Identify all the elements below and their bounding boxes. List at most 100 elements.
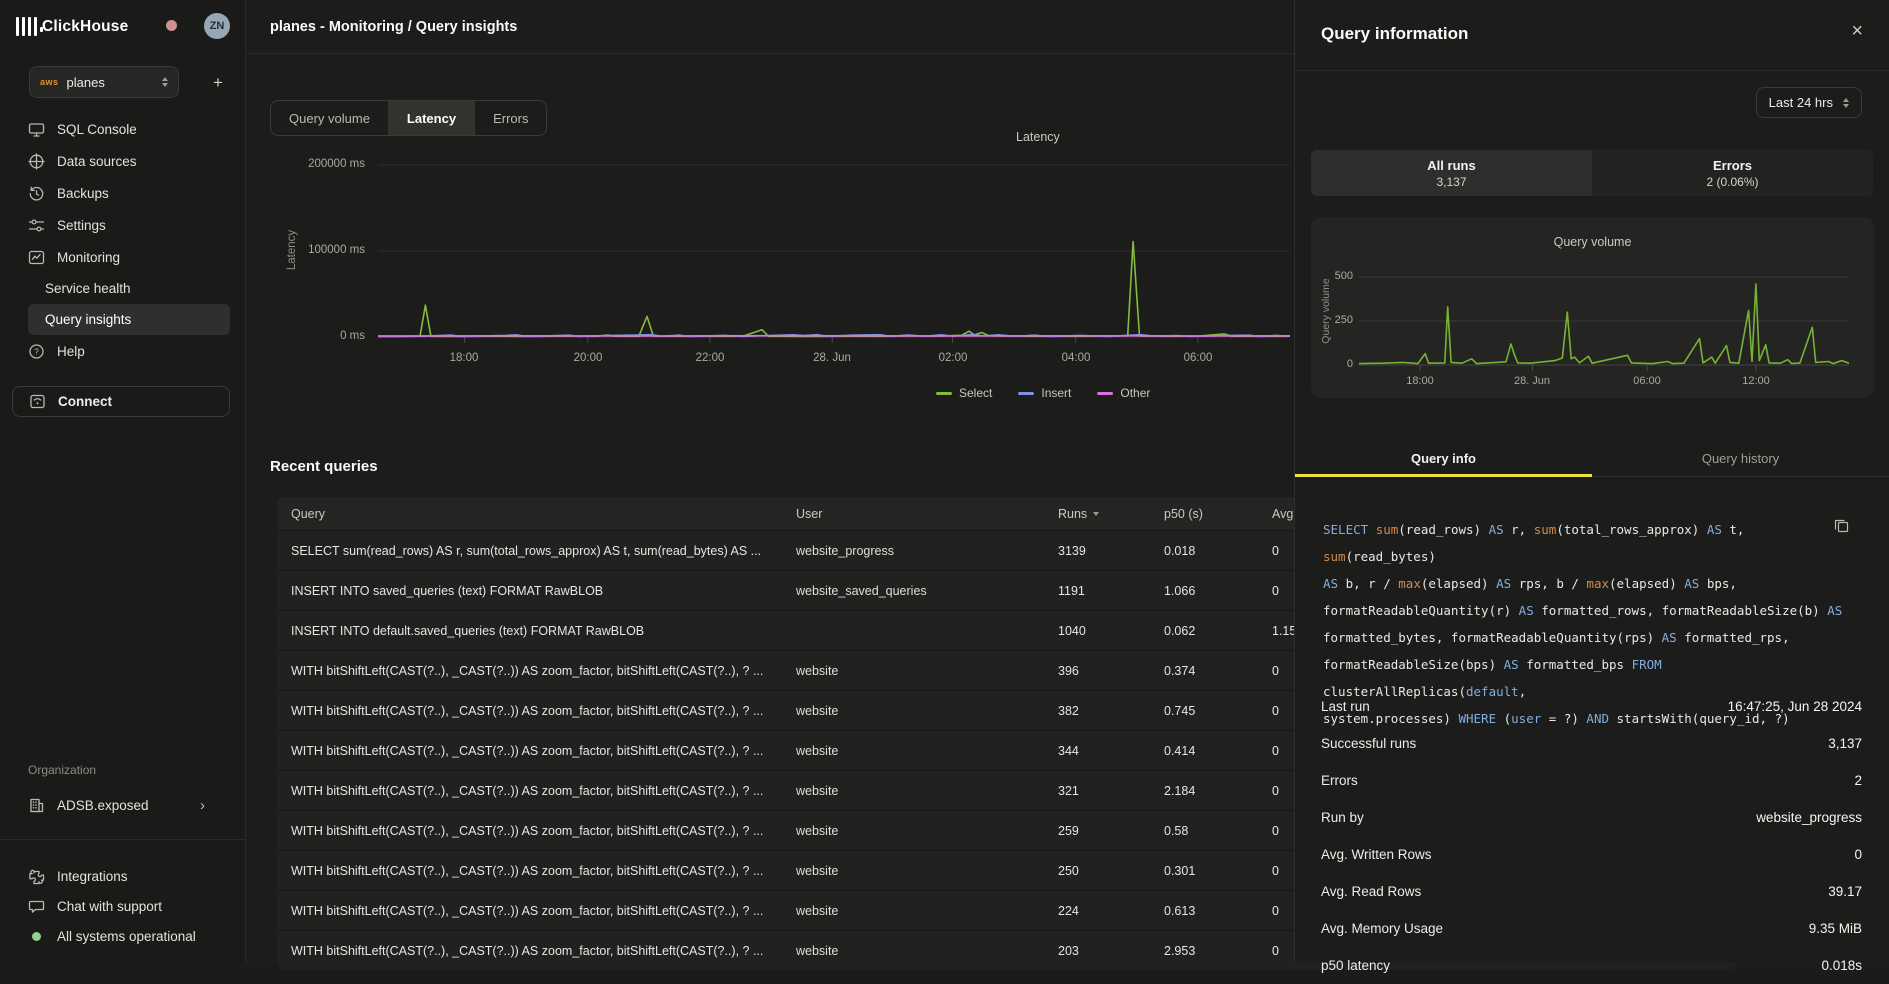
insert-series-swatch xyxy=(1018,392,1034,395)
y-tick-0: 0 ms xyxy=(260,330,365,342)
backups-icon xyxy=(28,185,45,202)
svg-text:?: ? xyxy=(34,346,39,356)
settings-icon xyxy=(28,217,45,234)
x-tick-2: 22:00 xyxy=(696,352,725,364)
query-volume-card: Query volume Query volume 500 250 0 18:0… xyxy=(1311,217,1874,398)
qv-tick-0: 0 xyxy=(1311,358,1353,370)
project-name: planes xyxy=(67,75,154,90)
connect-button[interactable]: Connect xyxy=(12,386,230,417)
runs-errors-segments: All runs 3,137 Errors 2 (0.06%) xyxy=(1311,150,1873,196)
avatar[interactable]: ZN xyxy=(204,13,230,39)
legend-insert[interactable]: Insert xyxy=(1018,386,1071,400)
help-icon: ? xyxy=(28,343,45,360)
x-tick-6: 06:00 xyxy=(1184,352,1213,364)
sql-console-icon xyxy=(28,121,45,138)
chevron-updown-icon xyxy=(1843,98,1849,108)
organization-row[interactable]: ADSB.exposed › xyxy=(0,790,246,821)
time-range-select[interactable]: Last 24 hrs xyxy=(1756,87,1862,118)
tab-query-history[interactable]: Query history xyxy=(1592,440,1889,476)
copy-icon[interactable] xyxy=(1834,518,1849,538)
sidebar-item-query-insights[interactable]: Query insights xyxy=(28,304,230,335)
qv-x-tick-2: 06:00 xyxy=(1633,375,1661,387)
qv-tick-250: 250 xyxy=(1311,314,1353,326)
legend-other[interactable]: Other xyxy=(1097,386,1150,400)
col-query: Query xyxy=(291,497,786,530)
panel-tabs: Query info Query history xyxy=(1295,440,1889,477)
recent-queries-title: Recent queries xyxy=(270,458,378,475)
page-title: planes - Monitoring / Query insights xyxy=(270,19,517,35)
add-service-button[interactable]: + xyxy=(205,70,231,96)
tab-errors[interactable]: Errors xyxy=(475,101,546,135)
stat-row: Successful runs3,137 xyxy=(1321,725,1862,762)
sidebar-item-integrations[interactable]: Integrations xyxy=(0,861,246,892)
sidebar-item-system-status[interactable]: All systems operational xyxy=(0,921,246,952)
brand-name: ClickHouse xyxy=(42,18,128,36)
legend-select[interactable]: Select xyxy=(936,386,992,400)
query-volume-title: Query volume xyxy=(1311,235,1874,249)
notification-dot-icon[interactable] xyxy=(166,20,177,31)
x-tick-4: 02:00 xyxy=(939,352,968,364)
y-tick-100000: 100000 ms xyxy=(260,244,365,256)
sidebar-item-help[interactable]: ? Help xyxy=(0,336,246,367)
organization-icon xyxy=(28,797,45,814)
col-runs-sort[interactable]: Runs xyxy=(1058,497,1158,530)
panel-title: Query information xyxy=(1321,24,1468,44)
sidebar-item-service-health[interactable]: Service health xyxy=(0,273,246,304)
sidebar-item-settings[interactable]: Settings xyxy=(0,210,246,241)
qv-tick-500: 500 xyxy=(1311,270,1353,282)
sidebar-item-chat-support[interactable]: Chat with support xyxy=(0,891,246,922)
chevron-right-icon: › xyxy=(200,797,205,814)
stat-row: Avg. Read Rows39.17 xyxy=(1321,873,1862,910)
chart-tabbar: Query volume Latency Errors xyxy=(270,100,547,136)
qv-x-tick-3: 12:00 xyxy=(1742,375,1770,387)
project-selector[interactable]: aws planes xyxy=(29,66,179,98)
sidebar: ClickHouse ZN aws planes + SQL Console D… xyxy=(0,0,246,963)
qv-x-tick-1: 28. Jun xyxy=(1514,375,1550,387)
aws-icon: aws xyxy=(40,77,59,87)
organization-label: Organization xyxy=(28,763,96,777)
sidebar-item-data-sources[interactable]: Data sources xyxy=(0,146,246,177)
sort-desc-icon xyxy=(1093,512,1099,516)
stat-row: p50 latency0.018s xyxy=(1321,947,1862,984)
query-volume-chart xyxy=(1359,255,1849,377)
stat-row: Avg. Written Rows0 xyxy=(1321,836,1862,873)
tab-query-info[interactable]: Query info xyxy=(1295,440,1592,476)
stat-row: Errors2 xyxy=(1321,762,1862,799)
qv-x-tick-0: 18:00 xyxy=(1406,375,1434,387)
segment-errors[interactable]: Errors 2 (0.06%) xyxy=(1592,150,1873,196)
segment-all-runs[interactable]: All runs 3,137 xyxy=(1311,150,1592,196)
chat-icon xyxy=(28,898,45,915)
y-tick-200000: 200000 ms xyxy=(260,158,365,170)
sidebar-divider xyxy=(0,839,246,840)
monitoring-icon xyxy=(28,249,45,266)
other-series-swatch xyxy=(1097,392,1113,395)
latency-chart xyxy=(378,140,1290,345)
x-tick-3: 28. Jun xyxy=(813,352,851,364)
x-tick-1: 20:00 xyxy=(574,352,603,364)
chart-legend: Select Insert Other xyxy=(936,386,1150,400)
sidebar-item-sql-console[interactable]: SQL Console xyxy=(0,114,246,145)
x-tick-0: 18:00 xyxy=(450,352,479,364)
query-information-panel: Query information × Last 24 hrs All runs… xyxy=(1294,0,1889,963)
select-series-swatch xyxy=(936,392,952,395)
stat-row: Avg. Memory Usage9.35 MiB xyxy=(1321,910,1862,947)
sidebar-item-monitoring[interactable]: Monitoring xyxy=(0,242,246,273)
col-p50: p50 (s) xyxy=(1164,497,1264,530)
connect-icon xyxy=(29,393,46,410)
stat-row: Last run16:47:25, Jun 28 2024 xyxy=(1321,688,1862,725)
close-icon[interactable]: × xyxy=(1851,20,1863,43)
tab-latency[interactable]: Latency xyxy=(389,101,475,135)
col-user: User xyxy=(796,497,1046,530)
sidebar-item-backups[interactable]: Backups xyxy=(0,178,246,209)
panel-divider xyxy=(1295,70,1889,71)
tab-query-volume[interactable]: Query volume xyxy=(271,101,389,135)
chevron-updown-icon xyxy=(162,77,168,87)
x-tick-5: 04:00 xyxy=(1062,352,1091,364)
clickhouse-logo-icon xyxy=(16,17,43,41)
active-tab-underline xyxy=(1295,474,1592,477)
integrations-icon xyxy=(28,868,45,885)
query-stats: Last run16:47:25, Jun 28 2024 Successful… xyxy=(1321,688,1862,984)
stat-row: Run bywebsite_progress xyxy=(1321,799,1862,836)
data-sources-icon xyxy=(28,153,45,170)
operational-status-icon xyxy=(28,928,45,945)
